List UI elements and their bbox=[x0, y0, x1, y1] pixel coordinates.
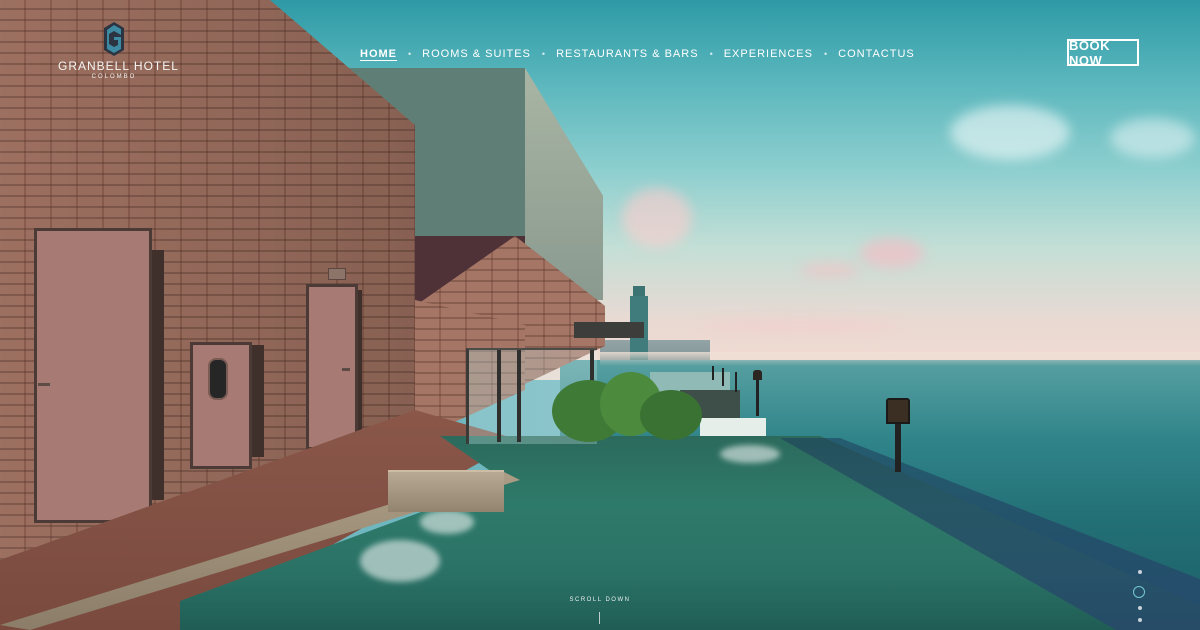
water-jet bbox=[720, 445, 780, 463]
door-window bbox=[208, 358, 228, 400]
cloud bbox=[700, 318, 900, 334]
nav-separator: • bbox=[408, 49, 412, 59]
hotel-logo-icon[interactable] bbox=[104, 22, 124, 56]
stone-step bbox=[388, 470, 504, 512]
door bbox=[34, 228, 152, 523]
slide-dot[interactable] bbox=[1138, 570, 1142, 574]
lamp-post bbox=[756, 378, 759, 416]
slide-dot-active[interactable] bbox=[1133, 586, 1145, 598]
nav-separator: • bbox=[709, 49, 713, 59]
nav-item-rooms-suites[interactable]: ROOMS & SUITES bbox=[422, 48, 531, 60]
lamp-post bbox=[895, 420, 901, 472]
railing-post bbox=[517, 350, 521, 442]
nav-separator: • bbox=[541, 49, 546, 59]
book-now-button[interactable]: BOOK NOW bbox=[1067, 38, 1139, 68]
cloud bbox=[622, 188, 692, 248]
door-handle bbox=[38, 383, 50, 386]
hero-background-image bbox=[0, 0, 1200, 630]
water-jet bbox=[360, 540, 440, 582]
door bbox=[306, 284, 358, 450]
nav-item-restaurants-bars[interactable]: RESTAURANTS & BARS bbox=[556, 48, 699, 60]
nav-item-home[interactable]: HOME bbox=[360, 48, 397, 60]
wall-sign bbox=[328, 268, 346, 280]
nav-item-contact[interactable]: CONTACTUS bbox=[838, 48, 915, 60]
railing-post bbox=[497, 350, 501, 442]
scroll-down-indicator bbox=[599, 612, 600, 624]
cloud bbox=[1110, 118, 1195, 158]
deck-edge bbox=[700, 418, 766, 438]
door-frame bbox=[250, 345, 264, 457]
nav-separator: • bbox=[823, 49, 828, 59]
lamp-post bbox=[735, 372, 737, 392]
cloud bbox=[860, 238, 924, 268]
door-handle bbox=[342, 368, 350, 371]
slide-dot[interactable] bbox=[1138, 618, 1142, 622]
water-jet bbox=[420, 510, 474, 534]
lamp-post bbox=[722, 368, 724, 386]
hotel-city: COLOMBO bbox=[91, 74, 137, 80]
lamp bbox=[753, 370, 762, 380]
horizon bbox=[600, 352, 1200, 366]
canopy bbox=[574, 322, 644, 338]
main-navigation: HOME • ROOMS & SUITES • RESTAURANTS & BA… bbox=[360, 46, 915, 62]
slide-dot[interactable] bbox=[1138, 606, 1142, 610]
scroll-down-label[interactable]: SCROLL DOWN bbox=[560, 597, 640, 603]
lamp-post bbox=[712, 366, 714, 380]
nav-item-experiences[interactable]: EXPERIENCES bbox=[724, 48, 813, 60]
cloud bbox=[950, 105, 1070, 160]
plant bbox=[640, 390, 702, 440]
cloud bbox=[800, 262, 860, 278]
lamp bbox=[886, 398, 910, 424]
slider-pagination bbox=[1131, 568, 1149, 624]
hotel-name[interactable]: GRANBELL HOTEL bbox=[58, 59, 178, 73]
